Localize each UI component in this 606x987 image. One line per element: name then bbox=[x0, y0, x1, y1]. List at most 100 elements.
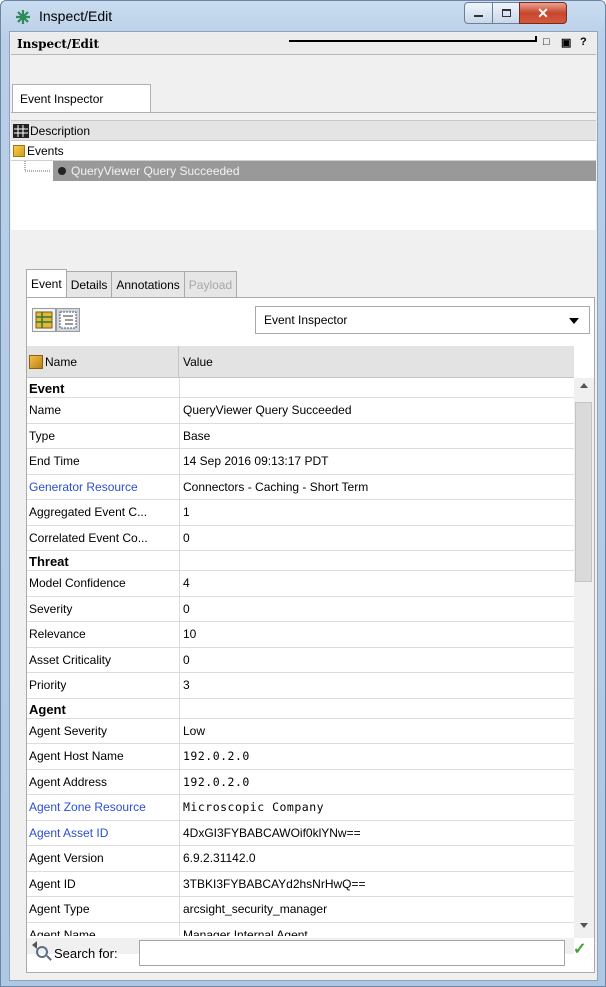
property-value: 1 bbox=[183, 505, 190, 520]
property-name: End Time bbox=[28, 449, 180, 474]
section-title: Threat bbox=[28, 551, 180, 570]
property-value: Base bbox=[183, 428, 211, 443]
table-row[interactable]: Priority 3 bbox=[27, 673, 574, 699]
table-row[interactable]: Agent Severity Low bbox=[27, 718, 574, 744]
maximize-button[interactable] bbox=[492, 2, 520, 24]
table-row[interactable]: Correlated Event Co... 0 bbox=[27, 525, 574, 551]
tab-event-inspector-label: Event Inspector bbox=[20, 91, 104, 106]
close-icon: ✕ bbox=[537, 4, 549, 21]
inspector-select-value: Event Inspector bbox=[264, 313, 348, 327]
scroll-down-icon[interactable] bbox=[580, 923, 588, 928]
table-row[interactable]: Generator Resource Connectors - Caching -… bbox=[27, 474, 574, 500]
inspect-edit-window: Inspect/Edit ✕ Inspect/Edit □ ▣ ? Event … bbox=[0, 0, 606, 987]
tab-event[interactable]: Event bbox=[26, 269, 67, 297]
panel-help-icon[interactable]: ? bbox=[580, 36, 587, 48]
detail-tabs: Event Details Annotations Payload bbox=[26, 269, 238, 297]
column-header-value[interactable]: Value bbox=[183, 346, 213, 378]
property-value: 3 bbox=[183, 678, 190, 693]
search-icon bbox=[36, 946, 48, 958]
property-value: arcsight_security_manager bbox=[183, 902, 328, 917]
tree-node-events-label: Events bbox=[27, 143, 64, 158]
minimize-button[interactable] bbox=[464, 2, 493, 24]
property-name[interactable]: Generator Resource bbox=[28, 474, 180, 499]
tree-node-selected-event[interactable]: QueryViewer Query Succeeded bbox=[11, 161, 596, 181]
property-value: 10 bbox=[183, 627, 197, 642]
scroll-thumb[interactable] bbox=[575, 402, 592, 582]
table-row[interactable]: Aggregated Event C... 1 bbox=[27, 500, 574, 526]
table-row[interactable]: Severity 0 bbox=[27, 596, 574, 622]
table-row[interactable]: Agent Host Name 192.0.2.0 bbox=[27, 744, 574, 770]
grid-section-row[interactable]: Threat bbox=[27, 551, 574, 571]
property-name: Aggregated Event C... bbox=[28, 500, 180, 525]
table-row[interactable]: Agent ID 3TBKI3FYBABCAYd2hsNrHwQ== bbox=[27, 871, 574, 897]
section-title: Agent bbox=[28, 698, 180, 718]
panel-title-rule-tick bbox=[535, 36, 537, 42]
maximize-icon bbox=[501, 9, 511, 17]
sort-icon bbox=[29, 355, 43, 369]
panel-restore-icon[interactable]: ▣ bbox=[561, 36, 571, 49]
tab-annotations[interactable]: Annotations bbox=[111, 271, 185, 297]
checkmark-icon[interactable]: ✓ bbox=[573, 942, 587, 958]
column-header-value-label: Value bbox=[183, 355, 213, 369]
property-value: 0 bbox=[183, 530, 190, 545]
close-button[interactable]: ✕ bbox=[519, 2, 567, 24]
tree-header-label: Description bbox=[30, 123, 91, 138]
property-value: 3TBKI3FYBABCAYd2hsNrHwQ== bbox=[183, 876, 366, 891]
search-input[interactable] bbox=[139, 940, 565, 966]
property-name: Agent Version bbox=[28, 846, 180, 871]
tab-annotations-label: Annotations bbox=[116, 277, 180, 292]
table-row[interactable]: Relevance 10 bbox=[27, 622, 574, 648]
tree-view-icon bbox=[59, 311, 77, 329]
property-name: Agent Address bbox=[28, 769, 180, 794]
column-header-name-label: Name bbox=[45, 355, 78, 369]
table-row[interactable]: Agent Asset ID 4DxGI3FYBABCAWOif0klYNw== bbox=[27, 820, 574, 846]
window-title: Inspect/Edit bbox=[39, 8, 113, 24]
table-row[interactable]: Asset Criticality 0 bbox=[27, 647, 574, 673]
panel-title: Inspect/Edit bbox=[17, 37, 99, 51]
property-name: Agent Host Name bbox=[28, 744, 180, 769]
property-value: Low bbox=[183, 723, 206, 738]
search-label: Search for: bbox=[54, 946, 118, 961]
property-name[interactable]: Agent Asset ID bbox=[28, 820, 180, 845]
table-row[interactable]: Agent Type arcsight_security_manager bbox=[27, 897, 574, 923]
table-row[interactable]: Agent Name Manager Internal Agent bbox=[27, 922, 574, 936]
property-value: 4DxGI3FYBABCAWOif0klYNw== bbox=[183, 825, 361, 840]
property-name: Model Confidence bbox=[28, 571, 180, 596]
property-name: Relevance bbox=[28, 622, 180, 647]
table-row[interactable]: Model Confidence 4 bbox=[27, 571, 574, 597]
tab-details-label: Details bbox=[70, 277, 108, 292]
property-name: Correlated Event Co... bbox=[28, 525, 180, 550]
inspector-select[interactable]: Event Inspector bbox=[255, 306, 590, 334]
property-name: Agent Name bbox=[28, 922, 180, 936]
property-value: 0 bbox=[183, 652, 190, 667]
property-value: 0 bbox=[183, 601, 190, 616]
tab-payload: Payload bbox=[183, 271, 238, 297]
grid-header: Name Value bbox=[27, 346, 574, 378]
property-name[interactable]: Agent Zone Resource bbox=[28, 795, 180, 820]
tab-event-inspector[interactable]: Event Inspector bbox=[12, 84, 151, 112]
property-value: 4 bbox=[183, 576, 190, 591]
grid-section-row[interactable]: Agent bbox=[27, 698, 574, 719]
table-row[interactable]: Agent Version 6.9.2.31142.0 bbox=[27, 846, 574, 872]
grid-section-row[interactable]: Event bbox=[27, 378, 574, 398]
scroll-up-icon[interactable] bbox=[580, 383, 588, 388]
table-row[interactable]: End Time 14 Sep 2016 09:13:17 PDT bbox=[27, 449, 574, 475]
tab-details[interactable]: Details bbox=[65, 271, 113, 297]
property-name: Asset Criticality bbox=[28, 647, 180, 672]
column-header-name[interactable]: Name bbox=[27, 346, 179, 378]
table-row[interactable]: Name QueryViewer Query Succeeded bbox=[27, 398, 574, 424]
table-row[interactable]: Type Base bbox=[27, 423, 574, 449]
vertical-scrollbar[interactable] bbox=[574, 378, 594, 938]
tree-column-header[interactable]: Description bbox=[11, 121, 596, 141]
table-row[interactable]: Agent Address 192.0.2.0 bbox=[27, 769, 574, 795]
property-value: 14 Sep 2016 09:13:17 PDT bbox=[183, 454, 329, 469]
table-row[interactable]: Agent Zone Resource Microscopic Company bbox=[27, 795, 574, 821]
tree-node-events[interactable]: Events bbox=[11, 141, 596, 161]
tree-view-button[interactable] bbox=[56, 308, 80, 332]
property-value: Microscopic Company bbox=[183, 800, 325, 815]
property-value: 192.0.2.0 bbox=[183, 774, 250, 789]
details-pane: Event Details Annotations Payload Event … bbox=[11, 268, 596, 978]
property-name: Type bbox=[28, 423, 180, 448]
panel-minimize-icon[interactable]: □ bbox=[543, 36, 550, 48]
table-view-button[interactable] bbox=[32, 308, 56, 332]
